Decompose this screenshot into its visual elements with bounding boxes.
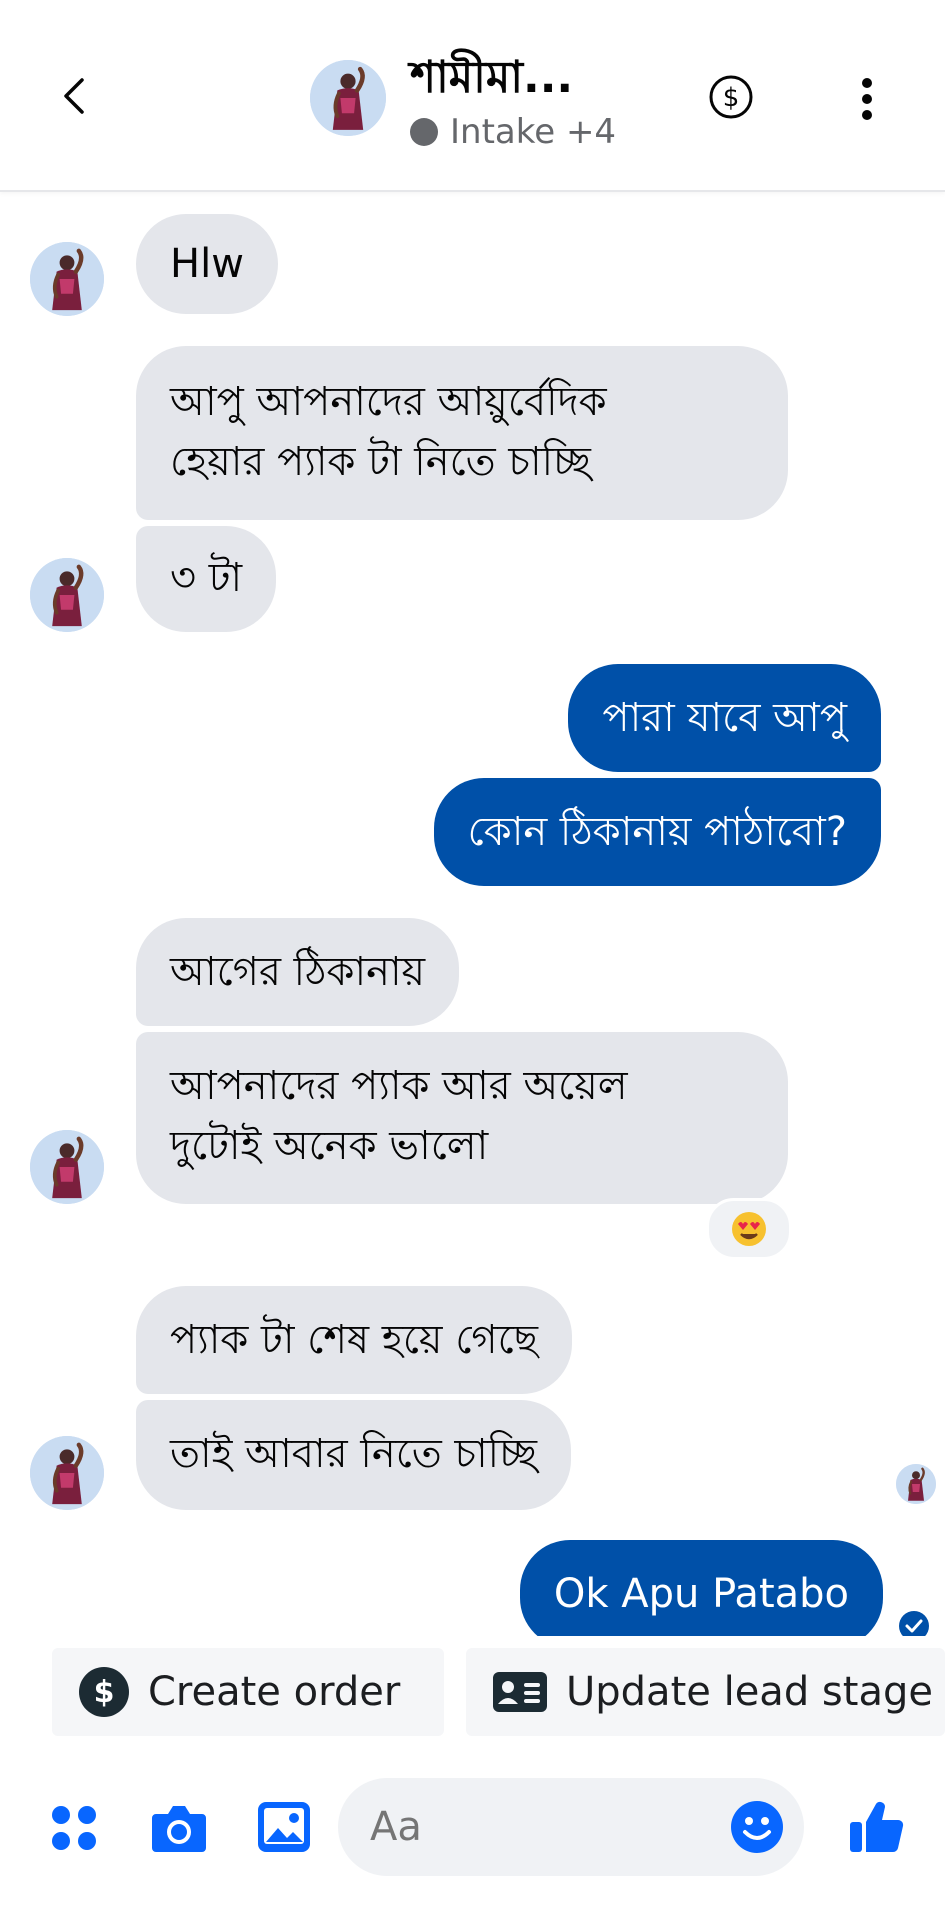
message-input[interactable] [370,1804,710,1850]
seen-by-avatar [896,1464,936,1504]
dollar-icon[interactable]: $ [708,74,754,120]
message-text: Hlw [170,241,244,287]
message-text: প্যাক টা শেষ হয়ে গেছে [170,1317,538,1363]
create-order-label: Create order [148,1669,401,1715]
emoji-icon[interactable] [730,1800,784,1854]
message-input-box[interactable] [338,1778,804,1876]
incoming-message-bubble[interactable]: ৩ টা [136,526,277,632]
sender-avatar[interactable] [30,242,104,316]
status-dot-icon [410,118,438,146]
quick-actions-bar: $ Create order Update lead stage [0,1636,945,1746]
update-lead-stage-button[interactable]: Update lead stage [466,1648,945,1736]
like-thumb-icon[interactable] [846,1796,906,1856]
incoming-message-bubble[interactable]: প্যাক টা শেষ হয়ে গেছে [136,1286,572,1394]
update-lead-stage-label: Update lead stage [566,1669,933,1715]
message-text-line: দুটোই অনেক ভালো [170,1123,489,1169]
outgoing-message-bubble[interactable]: পারা যাবে আপু [568,664,881,772]
message-text-line: হেয়ার প্যাক টা নিতে চাচ্ছি [170,439,591,485]
svg-text:$: $ [723,83,740,113]
message-text: তাই আবার নিতে চাচ্ছি [170,1431,537,1477]
message-text: ৩ টা [170,555,243,601]
incoming-message-bubble[interactable]: Hlw [136,214,278,314]
sender-avatar[interactable] [30,1130,104,1204]
sender-avatar[interactable] [30,1436,104,1510]
message-text-line: আপু আপনাদের আয়ুর্বেদিক [170,379,607,425]
gallery-icon[interactable] [256,1800,312,1854]
incoming-message-bubble[interactable]: আগের ঠিকানায় [136,918,460,1026]
contact-avatar[interactable] [310,60,386,136]
back-arrow-icon[interactable] [52,72,100,120]
message-composer [0,1760,945,1918]
svg-text:$: $ [94,1675,115,1710]
create-order-button[interactable]: $ Create order [52,1648,444,1736]
incoming-message-bubble[interactable]: তাই আবার নিতে চাচ্ছি [136,1400,571,1510]
incoming-message-bubble[interactable]: আপু আপনাদের আয়ুর্বেদিক হেয়ার প্যাক টা … [136,346,788,520]
message-text: কোন ঠিকানায় পাঠাবো? [467,809,847,855]
contact-name[interactable]: শামীমা... [410,44,573,117]
sender-avatar[interactable] [30,558,104,632]
heart-eyes-emoji-icon [732,1212,766,1246]
lead-stage-status[interactable]: Intake +4 [410,112,616,152]
incoming-message-bubble[interactable]: আপনাদের প্যাক আর অয়েল দুটোই অনেক ভালো [136,1032,788,1204]
message-text: Ok Apu Patabo [553,1571,849,1617]
apps-grid-icon[interactable] [50,1804,98,1852]
outgoing-message-bubble[interactable]: কোন ঠিকানায় পাঠাবো? [433,778,881,886]
camera-icon[interactable] [150,1802,208,1854]
message-text: পারা যাবে আপু [602,695,847,741]
chat-header: শামীমা... Intake +4 $ [0,0,945,192]
more-options-icon[interactable] [852,76,882,122]
contact-card-icon [493,1672,547,1712]
lead-stage-label: Intake +4 [450,112,617,152]
outgoing-message-bubble[interactable]: Ok Apu Patabo [519,1540,883,1648]
message-reaction[interactable] [706,1198,792,1260]
message-text: আগের ঠিকানায় [170,949,426,995]
message-text-line: আপনাদের প্যাক আর অয়েল [170,1063,628,1109]
dollar-icon: $ [79,1667,129,1717]
